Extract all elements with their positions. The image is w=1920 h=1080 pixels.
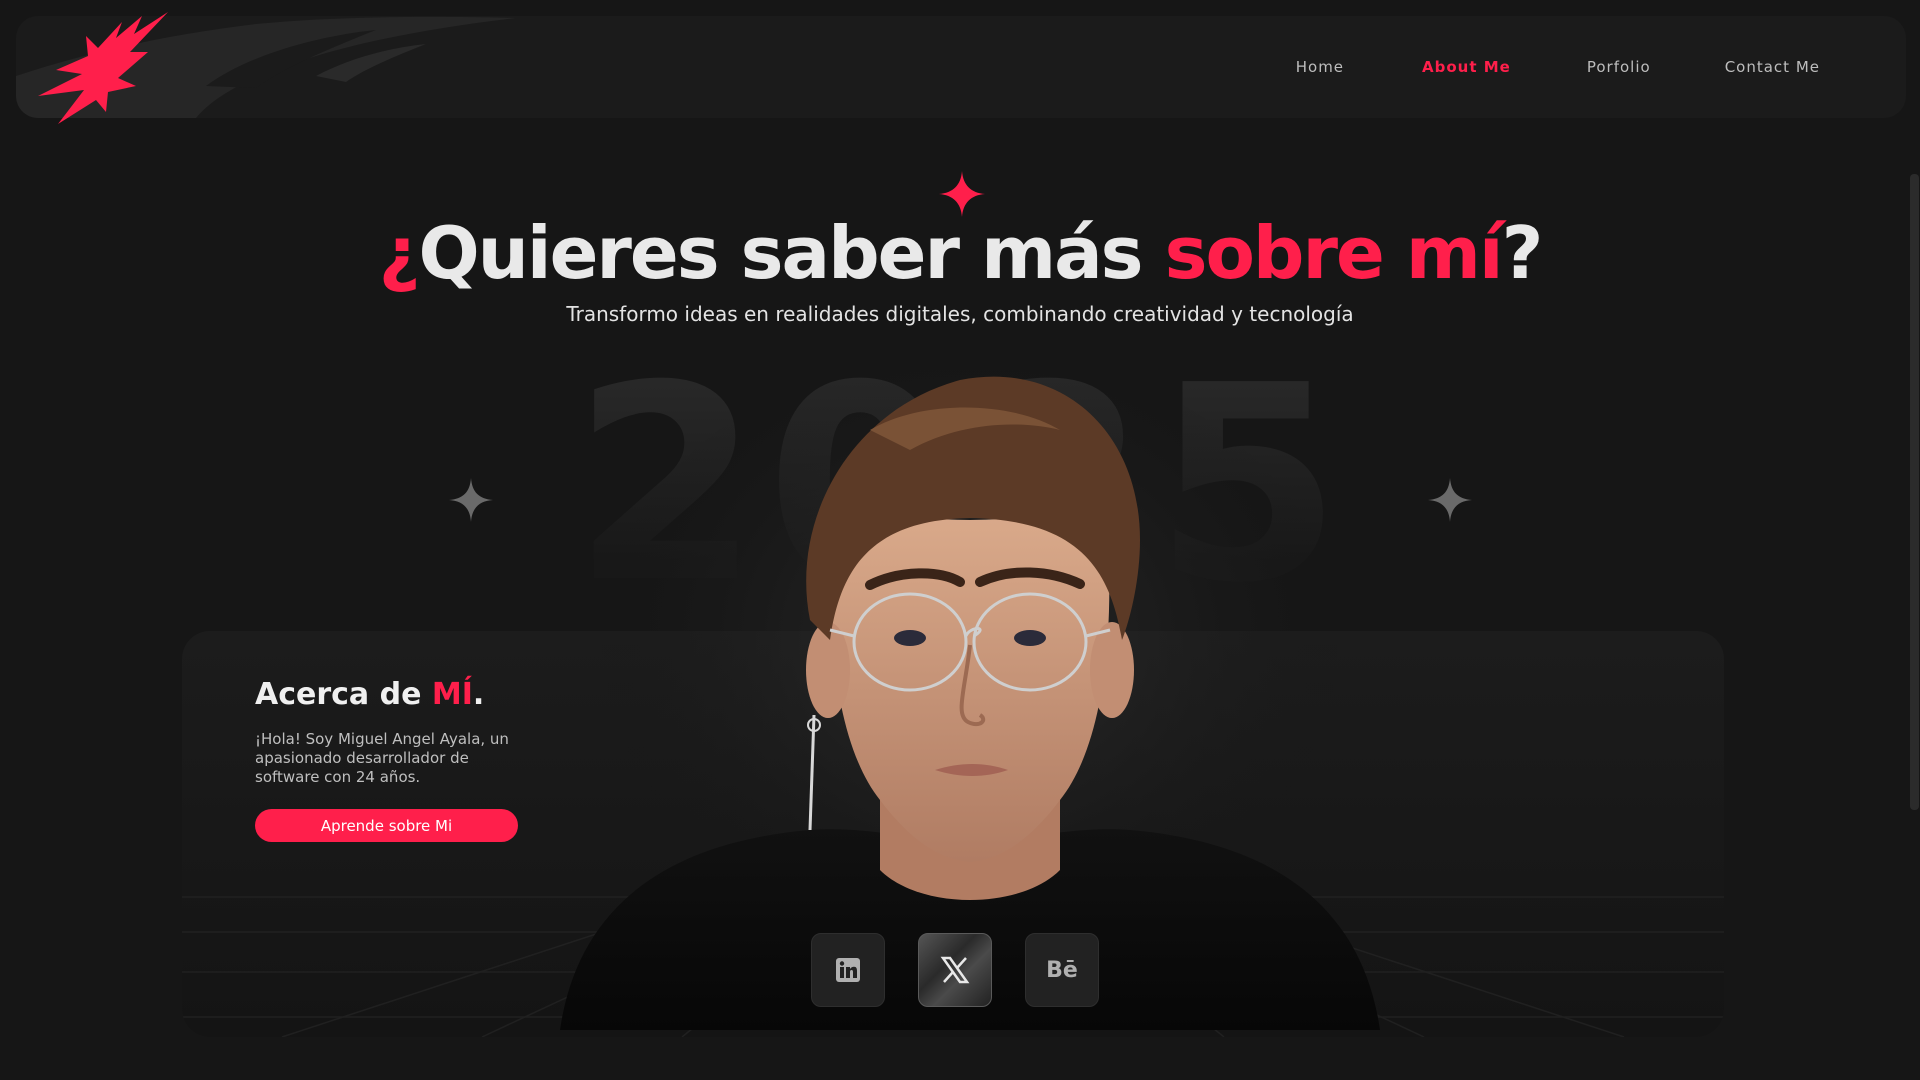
nav-contact-me[interactable]: Contact Me	[1725, 58, 1820, 76]
title-accent: sobre mí	[1164, 211, 1504, 295]
scrollbar[interactable]	[1910, 174, 1919, 810]
about-title: Acerca de MÍ.	[255, 677, 484, 712]
title-main: Quieres saber más	[418, 211, 1165, 295]
hero-title: ¿Quieres saber más sobre mí?	[0, 208, 1920, 298]
x-button[interactable]	[918, 933, 992, 1007]
sparkle-icon	[449, 478, 493, 522]
about-title-dot: .	[472, 677, 485, 712]
sparkle-icon	[1428, 478, 1472, 522]
title-suffix: ?	[1501, 211, 1544, 295]
behance-icon: Bē	[1046, 957, 1078, 983]
about-title-main: Acerca de	[255, 677, 432, 712]
hero-subtitle: Transformo ideas en realidades digitales…	[566, 302, 1354, 326]
nav-links: Home About Me Porfolio Contact Me	[1296, 16, 1820, 118]
nav-about-me[interactable]: About Me	[1422, 58, 1511, 76]
nav-home[interactable]: Home	[1296, 58, 1344, 76]
linkedin-button[interactable]	[811, 933, 885, 1007]
brand-logo[interactable]	[38, 12, 174, 126]
behance-button[interactable]: Bē	[1025, 933, 1099, 1007]
x-icon	[940, 956, 970, 984]
title-prefix: ¿	[378, 211, 421, 295]
about-title-accent: MÍ	[431, 677, 473, 712]
linkedin-icon	[836, 958, 860, 982]
profile-portrait	[560, 370, 1380, 1030]
nav-portfolio[interactable]: Porfolio	[1587, 58, 1651, 76]
learn-about-me-button[interactable]: Aprende sobre Mi	[255, 809, 518, 842]
about-description: ¡Hola! Soy Miguel Angel Ayala, un apasio…	[255, 730, 509, 786]
